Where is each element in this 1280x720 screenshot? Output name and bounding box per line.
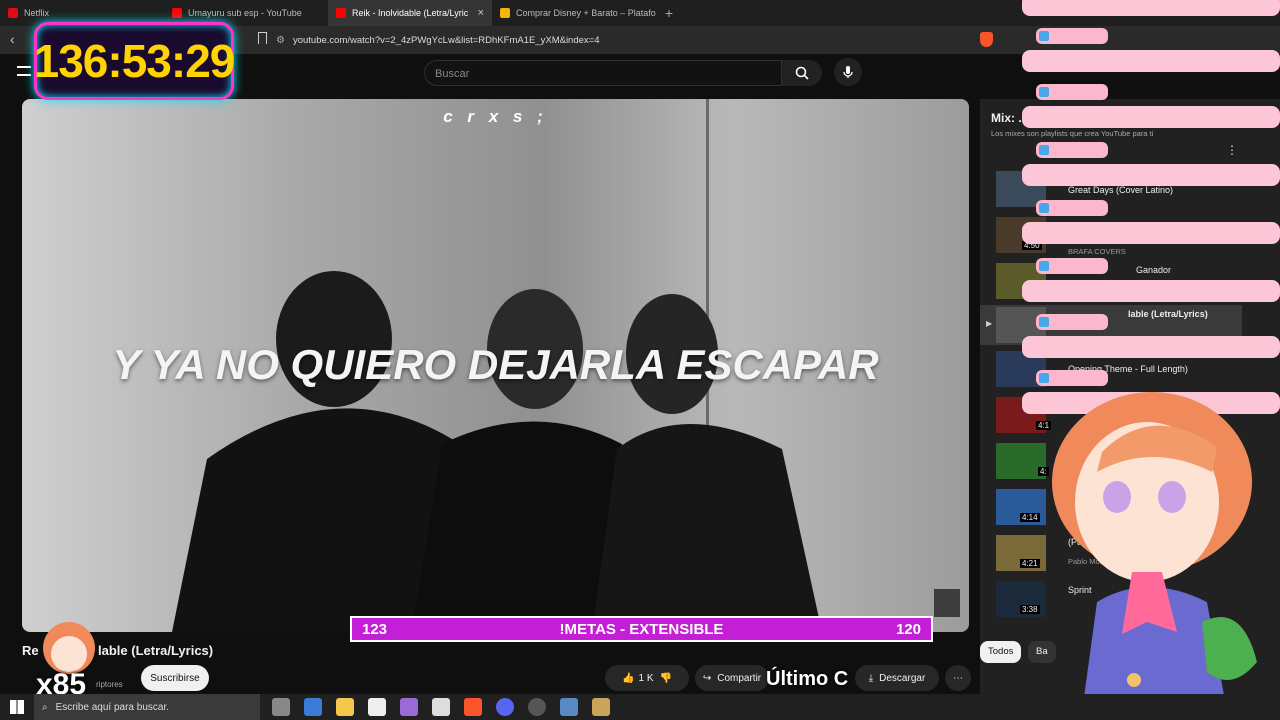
file-explorer-icon[interactable] <box>336 698 354 716</box>
thumbs-up-icon: 👍 <box>622 672 635 684</box>
search-icon <box>795 66 809 80</box>
netflix-icon <box>8 8 18 18</box>
notepad-icon[interactable] <box>368 698 386 716</box>
play-indicator-icon: ▶ <box>986 319 993 328</box>
youtube-icon <box>336 8 346 18</box>
like-dislike-group: 👍 1 K 👎 <box>605 665 689 691</box>
share-button[interactable]: ↪ Compartir <box>695 665 769 691</box>
calendar-icon[interactable] <box>432 698 450 716</box>
search-icon: ⌕ <box>42 701 48 713</box>
like-button[interactable]: 👍 1 K <box>622 673 653 684</box>
bookmark-icon[interactable] <box>258 32 267 44</box>
voice-search-button[interactable] <box>834 58 862 86</box>
tab-label: Umayuru sub esp - YouTube <box>188 8 302 18</box>
tab-label: Netflix <box>24 8 50 18</box>
chat-message <box>1022 280 1280 302</box>
goal-right-value: 120 <box>895 620 921 638</box>
discord-icon[interactable] <box>496 698 514 716</box>
video-title: Ganador <box>1136 265 1172 275</box>
windows-start-icon[interactable] <box>10 700 24 714</box>
video-duration: 4:14 <box>1020 513 1040 522</box>
lyric-caption: Y YA NO QUIERO DEJARLA ESCAPAR <box>112 341 879 388</box>
last-event-label: Último C <box>766 668 849 690</box>
chat-message <box>1022 0 1280 16</box>
chat-message <box>1022 336 1280 358</box>
discord-icon <box>1039 203 1049 213</box>
obs-icon[interactable] <box>528 698 546 716</box>
close-icon[interactable]: × <box>478 7 484 19</box>
goal-label: !METAS - EXTENSIBLE <box>559 620 724 638</box>
tab-disney[interactable]: Comprar Disney + Barato – Plataform <box>492 0 656 26</box>
video-player[interactable]: c r x s ; Y YA NO QUIERO DEJARLA ESCAPAR <box>22 99 969 632</box>
store-icon[interactable] <box>304 698 322 716</box>
discord-icon <box>1039 31 1049 41</box>
url-text: youtube.com/watch?v=2_4zPWgYcLw&list=RDh… <box>292 34 600 46</box>
mix-subtitle: Los mixes son playlists que crea YouTube… <box>991 129 1154 138</box>
search-input[interactable]: Buscar <box>424 60 782 86</box>
tab-label: Comprar Disney + Barato – Plataform <box>516 8 656 18</box>
download-button[interactable]: ⤓ Descargar <box>855 665 939 691</box>
more-actions-button[interactable]: ⋯ <box>945 665 971 691</box>
video-channel: BRAFA COVERS <box>1068 247 1126 256</box>
back-icon[interactable]: ‹ <box>10 31 15 47</box>
video-info-bar: Re lable (Letra/Lyrics) riptores Suscrib… <box>0 638 975 696</box>
thumbs-down-icon: 👎 <box>659 672 672 684</box>
chat-message <box>1022 106 1280 128</box>
chat-message <box>1022 50 1280 72</box>
gg-icon <box>500 8 510 18</box>
discord-icon <box>1039 145 1049 155</box>
chat-message <box>1022 164 1280 186</box>
media-player-icon[interactable] <box>592 698 610 716</box>
video-title: lable (Letra/Lyrics) <box>98 643 214 658</box>
share-label: Compartir <box>717 672 762 684</box>
more-horizontal-icon: ⋯ <box>953 672 963 684</box>
discord-icon <box>1039 261 1049 271</box>
tab-label: Reik - Inolvidable (Letra/Lyric <box>352 8 469 18</box>
video-duration: 4:21 <box>1020 559 1040 568</box>
chat-username-badge <box>1036 84 1108 100</box>
discord-icon <box>1039 87 1049 97</box>
menu-icon[interactable] <box>17 66 31 76</box>
site-info-icon[interactable]: ⚙ <box>276 35 285 46</box>
channel-watermark: c r x s ; <box>443 107 548 126</box>
chat-message <box>1022 222 1280 244</box>
search-button[interactable] <box>782 60 822 86</box>
app-icon[interactable] <box>560 698 578 716</box>
chat-username-badge <box>1036 200 1108 216</box>
download-icon: ⤓ <box>868 672 874 684</box>
chat-username-badge <box>1036 142 1108 158</box>
subathon-timer: 136:53:29 <box>34 22 235 100</box>
chat-username-badge <box>1036 258 1108 274</box>
video-title: lable (Letra/Lyrics) <box>1128 309 1208 319</box>
url-field[interactable]: ⚙ youtube.com/watch?v=2_4zPWgYcLw&list=R… <box>276 30 916 50</box>
subscribe-label: Suscribirse <box>150 672 200 684</box>
chat-username-badge <box>1036 314 1108 330</box>
brave-shield-icon[interactable] <box>980 32 993 47</box>
windows-taskbar: ⌕ Escribe aquí para buscar. <box>0 694 1280 720</box>
chip-todos[interactable]: Todos <box>980 641 1022 663</box>
share-icon: ↪ <box>702 672 712 684</box>
microphone-icon <box>843 66 853 78</box>
chat-username-badge <box>1036 28 1108 44</box>
goal-left-value: 123 <box>362 620 388 638</box>
video-duration: 3:38 <box>1020 605 1040 614</box>
pen-app-icon[interactable] <box>400 698 418 716</box>
tab-reik[interactable]: Reik - Inolvidable (Letra/Lyric × <box>328 0 492 26</box>
dislike-button[interactable]: 👎 <box>660 673 672 684</box>
youtube-icon <box>172 8 182 18</box>
more-options-icon[interactable]: ⋮ <box>1226 143 1238 157</box>
new-tab-button[interactable]: + <box>656 5 682 21</box>
download-label: Descargar <box>879 672 926 684</box>
video-title: Great Days (Cover Latino) <box>1068 185 1174 195</box>
discord-icon <box>1039 317 1049 327</box>
vtuber-avatar <box>1052 392 1257 712</box>
like-count: 1 K <box>638 672 654 684</box>
subscribe-button[interactable]: Suscribirse <box>141 665 209 691</box>
brave-browser-icon[interactable] <box>464 698 482 716</box>
settings-app-icon[interactable] <box>272 698 290 716</box>
taskbar-search-input[interactable]: ⌕ Escribe aquí para buscar. <box>34 694 260 720</box>
taskbar-search-placeholder: Escribe aquí para buscar. <box>55 701 170 713</box>
